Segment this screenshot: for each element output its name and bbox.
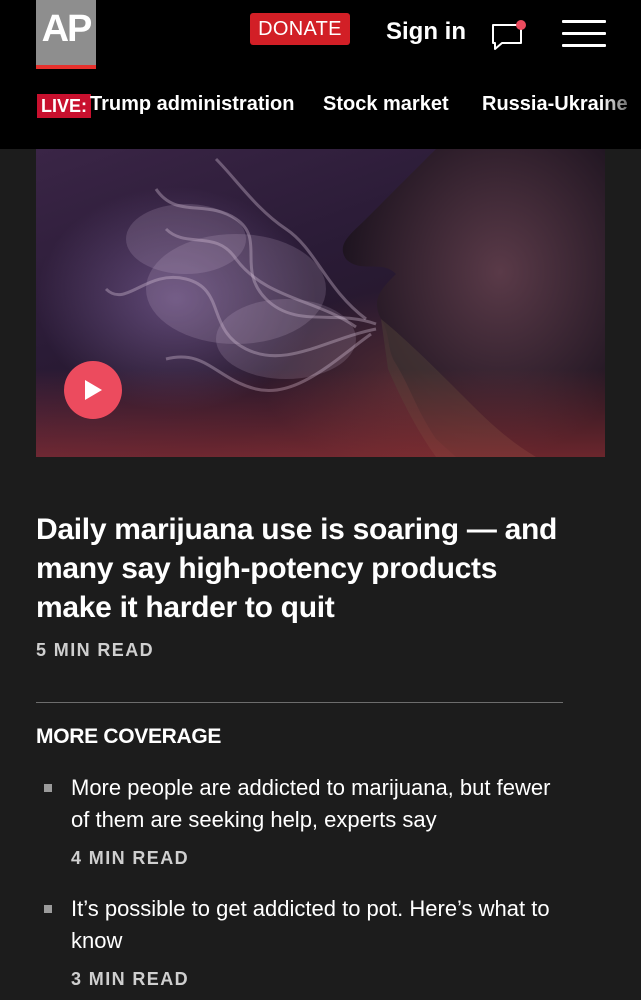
more-coverage-label: MORE COVERAGE	[36, 725, 222, 748]
coverage-item-title[interactable]: It’s possible to get addicted to pot. He…	[71, 893, 571, 957]
donate-button[interactable]: DONATE	[250, 13, 350, 45]
logo-text: AP	[41, 8, 93, 50]
hamburger-menu-icon[interactable]	[562, 20, 606, 47]
section-divider	[36, 702, 563, 703]
coverage-item-read-time: 3 MIN READ	[71, 969, 190, 989]
list-bullet	[44, 905, 52, 913]
nav-item-stock-market[interactable]: Stock market	[323, 93, 449, 116]
story-headline[interactable]: Daily marijuana use is soaring — and man…	[36, 510, 576, 627]
nav-fade	[601, 84, 641, 149]
list-bullet	[44, 784, 52, 792]
story-read-time: 5 MIN READ	[36, 640, 155, 660]
nav-item-trump-administration[interactable]: Trump administration	[90, 93, 294, 116]
ap-logo[interactable]: AP	[36, 0, 96, 69]
top-header: AP DONATE Sign in	[0, 0, 641, 84]
chat-bubble-icon[interactable]	[490, 19, 528, 51]
sign-in-link[interactable]: Sign in	[386, 18, 466, 46]
live-badge: LIVE:	[37, 94, 92, 118]
play-icon	[85, 380, 102, 400]
hero-illustration	[36, 149, 605, 457]
coverage-item-title[interactable]: More people are addicted to marijuana, b…	[71, 772, 571, 836]
coverage-item-read-time: 4 MIN READ	[71, 848, 190, 868]
topic-nav: LIVE: Trump administration Stock market …	[0, 84, 641, 149]
hero-image[interactable]	[36, 149, 605, 457]
video-play-button[interactable]	[64, 361, 122, 419]
